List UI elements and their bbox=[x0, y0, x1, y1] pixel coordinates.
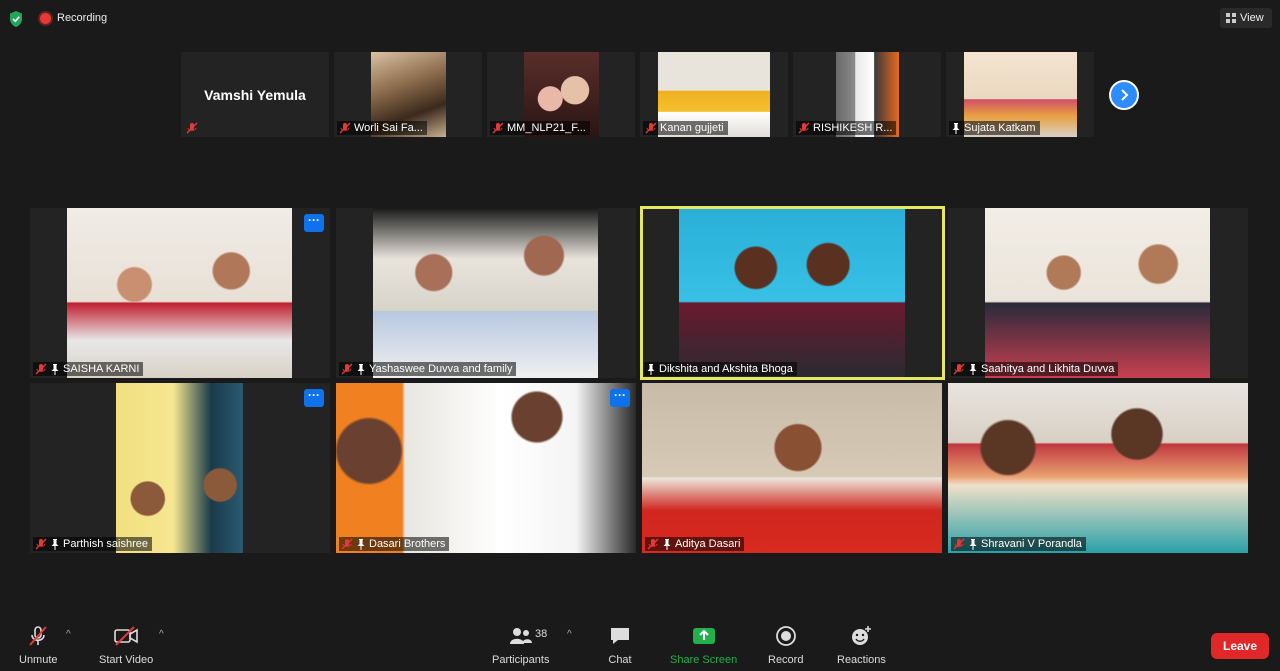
audio-options-caret[interactable]: ^ bbox=[66, 629, 71, 640]
chat-label: Chat bbox=[608, 654, 632, 666]
leave-button[interactable]: Leave bbox=[1211, 633, 1269, 659]
pin-icon bbox=[969, 538, 977, 550]
grid-view-icon bbox=[1226, 13, 1236, 23]
video-tile-dikshita-akshita-active-speaker[interactable]: Dikshita and Akshita Bhoga bbox=[640, 206, 945, 380]
participant-name: MM_NLP21_F... bbox=[507, 122, 586, 134]
mic-muted-icon bbox=[647, 538, 659, 550]
video-tile-saisha-karni[interactable]: ··· SAISHA KARNI bbox=[30, 208, 330, 378]
more-options-button[interactable]: ··· bbox=[610, 389, 630, 407]
video-tile-dasari-brothers[interactable]: ··· Dasari Brothers bbox=[336, 383, 636, 553]
mic-muted-icon bbox=[492, 122, 504, 134]
thumbnail-worli-sai[interactable]: Worli Sai Fa... bbox=[334, 52, 482, 137]
thumbnail-vamshi-yemula[interactable]: Vamshi Yemula bbox=[181, 52, 329, 137]
participants-label: Participants bbox=[492, 654, 550, 666]
thumbnail-mm-nlp21[interactable]: MM_NLP21_F... bbox=[487, 52, 635, 137]
pin-icon bbox=[647, 363, 655, 375]
video-feed bbox=[948, 383, 1248, 553]
video-feed bbox=[985, 208, 1210, 378]
unmute-button[interactable]: Unmute bbox=[19, 624, 58, 666]
video-feed bbox=[336, 383, 636, 553]
view-button-label: View bbox=[1240, 12, 1264, 24]
next-page-button[interactable] bbox=[1109, 80, 1139, 110]
mic-muted-icon bbox=[645, 122, 657, 134]
thumbnail-kanan-gujjeti[interactable]: Kanan gujjeti bbox=[640, 52, 788, 137]
start-video-button[interactable]: Start Video bbox=[99, 624, 153, 666]
video-feed bbox=[642, 383, 942, 553]
thumbnail-sujata-katkam[interactable]: Sujata Katkam bbox=[946, 52, 1094, 137]
unmute-label: Unmute bbox=[19, 654, 58, 666]
participant-name: RISHIKESH R... bbox=[813, 122, 893, 134]
video-options-caret[interactable]: ^ bbox=[159, 629, 164, 640]
recording-label: Recording bbox=[57, 12, 108, 24]
participant-name: Saahitya and Likhita Duvva bbox=[981, 363, 1115, 375]
video-off-icon bbox=[114, 626, 138, 646]
view-button[interactable]: View bbox=[1220, 8, 1272, 28]
more-options-button[interactable]: ··· bbox=[304, 389, 324, 407]
pin-icon bbox=[357, 538, 365, 550]
security-shield-icon[interactable] bbox=[8, 10, 24, 28]
reactions-button[interactable]: Reactions bbox=[837, 624, 886, 666]
mic-muted-icon bbox=[35, 538, 47, 550]
chevron-right-icon bbox=[1121, 89, 1129, 101]
pin-icon bbox=[663, 538, 671, 550]
video-tile-parthish-saishree[interactable]: ··· Parthish saishree bbox=[30, 383, 330, 553]
video-tile-saahitya-likhita-duvva[interactable]: Saahitya and Likhita Duvva bbox=[948, 208, 1248, 378]
more-options-button[interactable]: ··· bbox=[304, 214, 324, 232]
participant-name: Dasari Brothers bbox=[369, 538, 446, 550]
video-tile-shravani-porandla[interactable]: Shravani V Porandla bbox=[948, 383, 1248, 553]
chat-icon bbox=[611, 628, 629, 644]
recording-indicator-icon bbox=[40, 13, 51, 24]
share-screen-button[interactable]: Share Screen bbox=[670, 624, 737, 666]
pin-icon bbox=[357, 363, 365, 375]
participant-name: Aditya Dasari bbox=[675, 538, 741, 550]
participant-name: Sujata Katkam bbox=[964, 122, 1036, 134]
participants-icon bbox=[509, 628, 532, 644]
video-feed bbox=[116, 383, 243, 553]
pin-icon bbox=[952, 122, 960, 134]
mic-muted-icon bbox=[339, 122, 351, 134]
share-screen-label: Share Screen bbox=[670, 654, 738, 666]
participant-name: Parthish saishree bbox=[63, 538, 148, 550]
mic-muted-icon bbox=[798, 122, 810, 134]
pin-icon bbox=[969, 363, 977, 375]
participant-name: Dikshita and Akshita Bhoga bbox=[659, 363, 793, 375]
mic-muted-icon bbox=[953, 538, 965, 550]
mic-muted-icon bbox=[29, 626, 48, 646]
participants-count: 38 bbox=[535, 628, 548, 640]
record-icon bbox=[775, 626, 796, 646]
record-label: Record bbox=[768, 654, 804, 666]
participant-name: Shravani V Porandla bbox=[981, 538, 1082, 550]
reactions-label: Reactions bbox=[837, 654, 886, 666]
participant-name: Yashaswee Duvva and family bbox=[369, 363, 513, 375]
video-tile-yashaswee-duvva[interactable]: Yashaswee Duvva and family bbox=[336, 208, 636, 378]
participant-name: SAISHA KARNI bbox=[63, 363, 140, 375]
mic-muted-icon bbox=[186, 122, 198, 134]
thumbnail-rishikesh[interactable]: RISHIKESH R... bbox=[793, 52, 941, 137]
chat-button[interactable]: Chat bbox=[608, 624, 632, 666]
mic-muted-icon bbox=[341, 538, 353, 550]
participants-options-caret[interactable]: ^ bbox=[567, 629, 572, 640]
participant-name: Worli Sai Fa... bbox=[354, 122, 423, 134]
participant-name: Kanan gujjeti bbox=[660, 122, 724, 134]
mic-muted-icon bbox=[953, 363, 965, 375]
participant-name-large: Vamshi Yemula bbox=[204, 87, 306, 103]
video-feed bbox=[679, 209, 905, 377]
share-screen-icon bbox=[692, 628, 715, 644]
video-tile-aditya-dasari[interactable]: Aditya Dasari bbox=[642, 383, 942, 553]
reactions-smiley-icon bbox=[852, 626, 872, 645]
start-video-label: Start Video bbox=[99, 654, 154, 666]
video-feed bbox=[67, 208, 292, 378]
record-button[interactable]: Record bbox=[768, 624, 803, 666]
mic-muted-icon bbox=[35, 363, 47, 375]
mic-muted-icon bbox=[341, 363, 353, 375]
video-feed bbox=[373, 208, 598, 378]
pin-icon bbox=[51, 363, 59, 375]
pin-icon bbox=[51, 538, 59, 550]
